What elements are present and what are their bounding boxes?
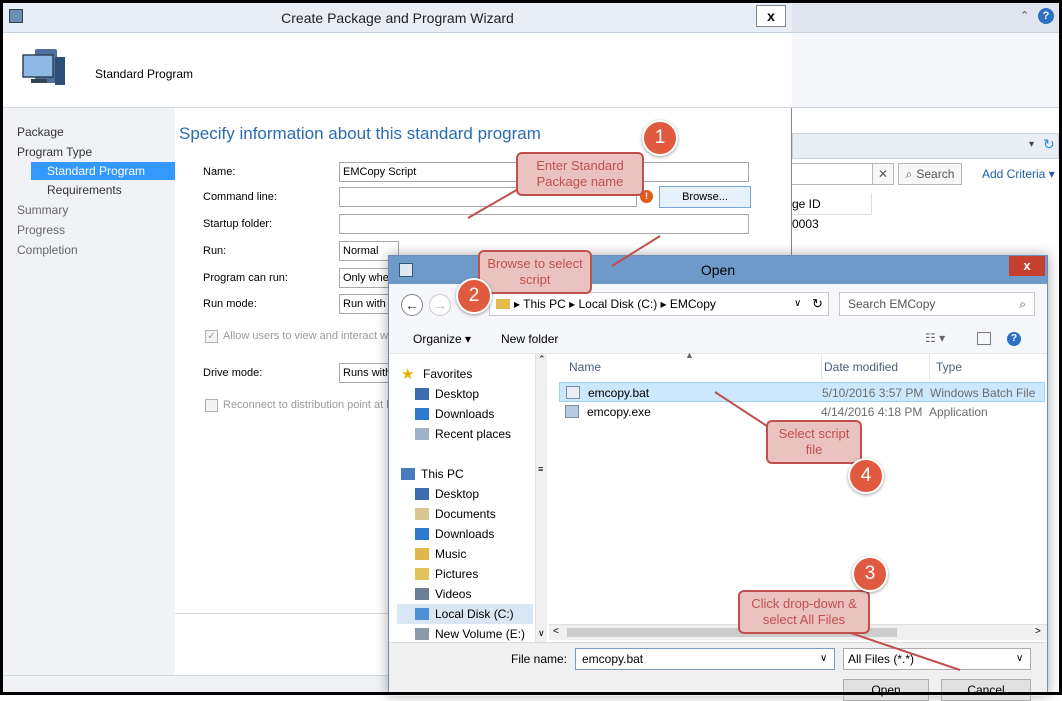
screenshot-frame [0,0,1062,695]
